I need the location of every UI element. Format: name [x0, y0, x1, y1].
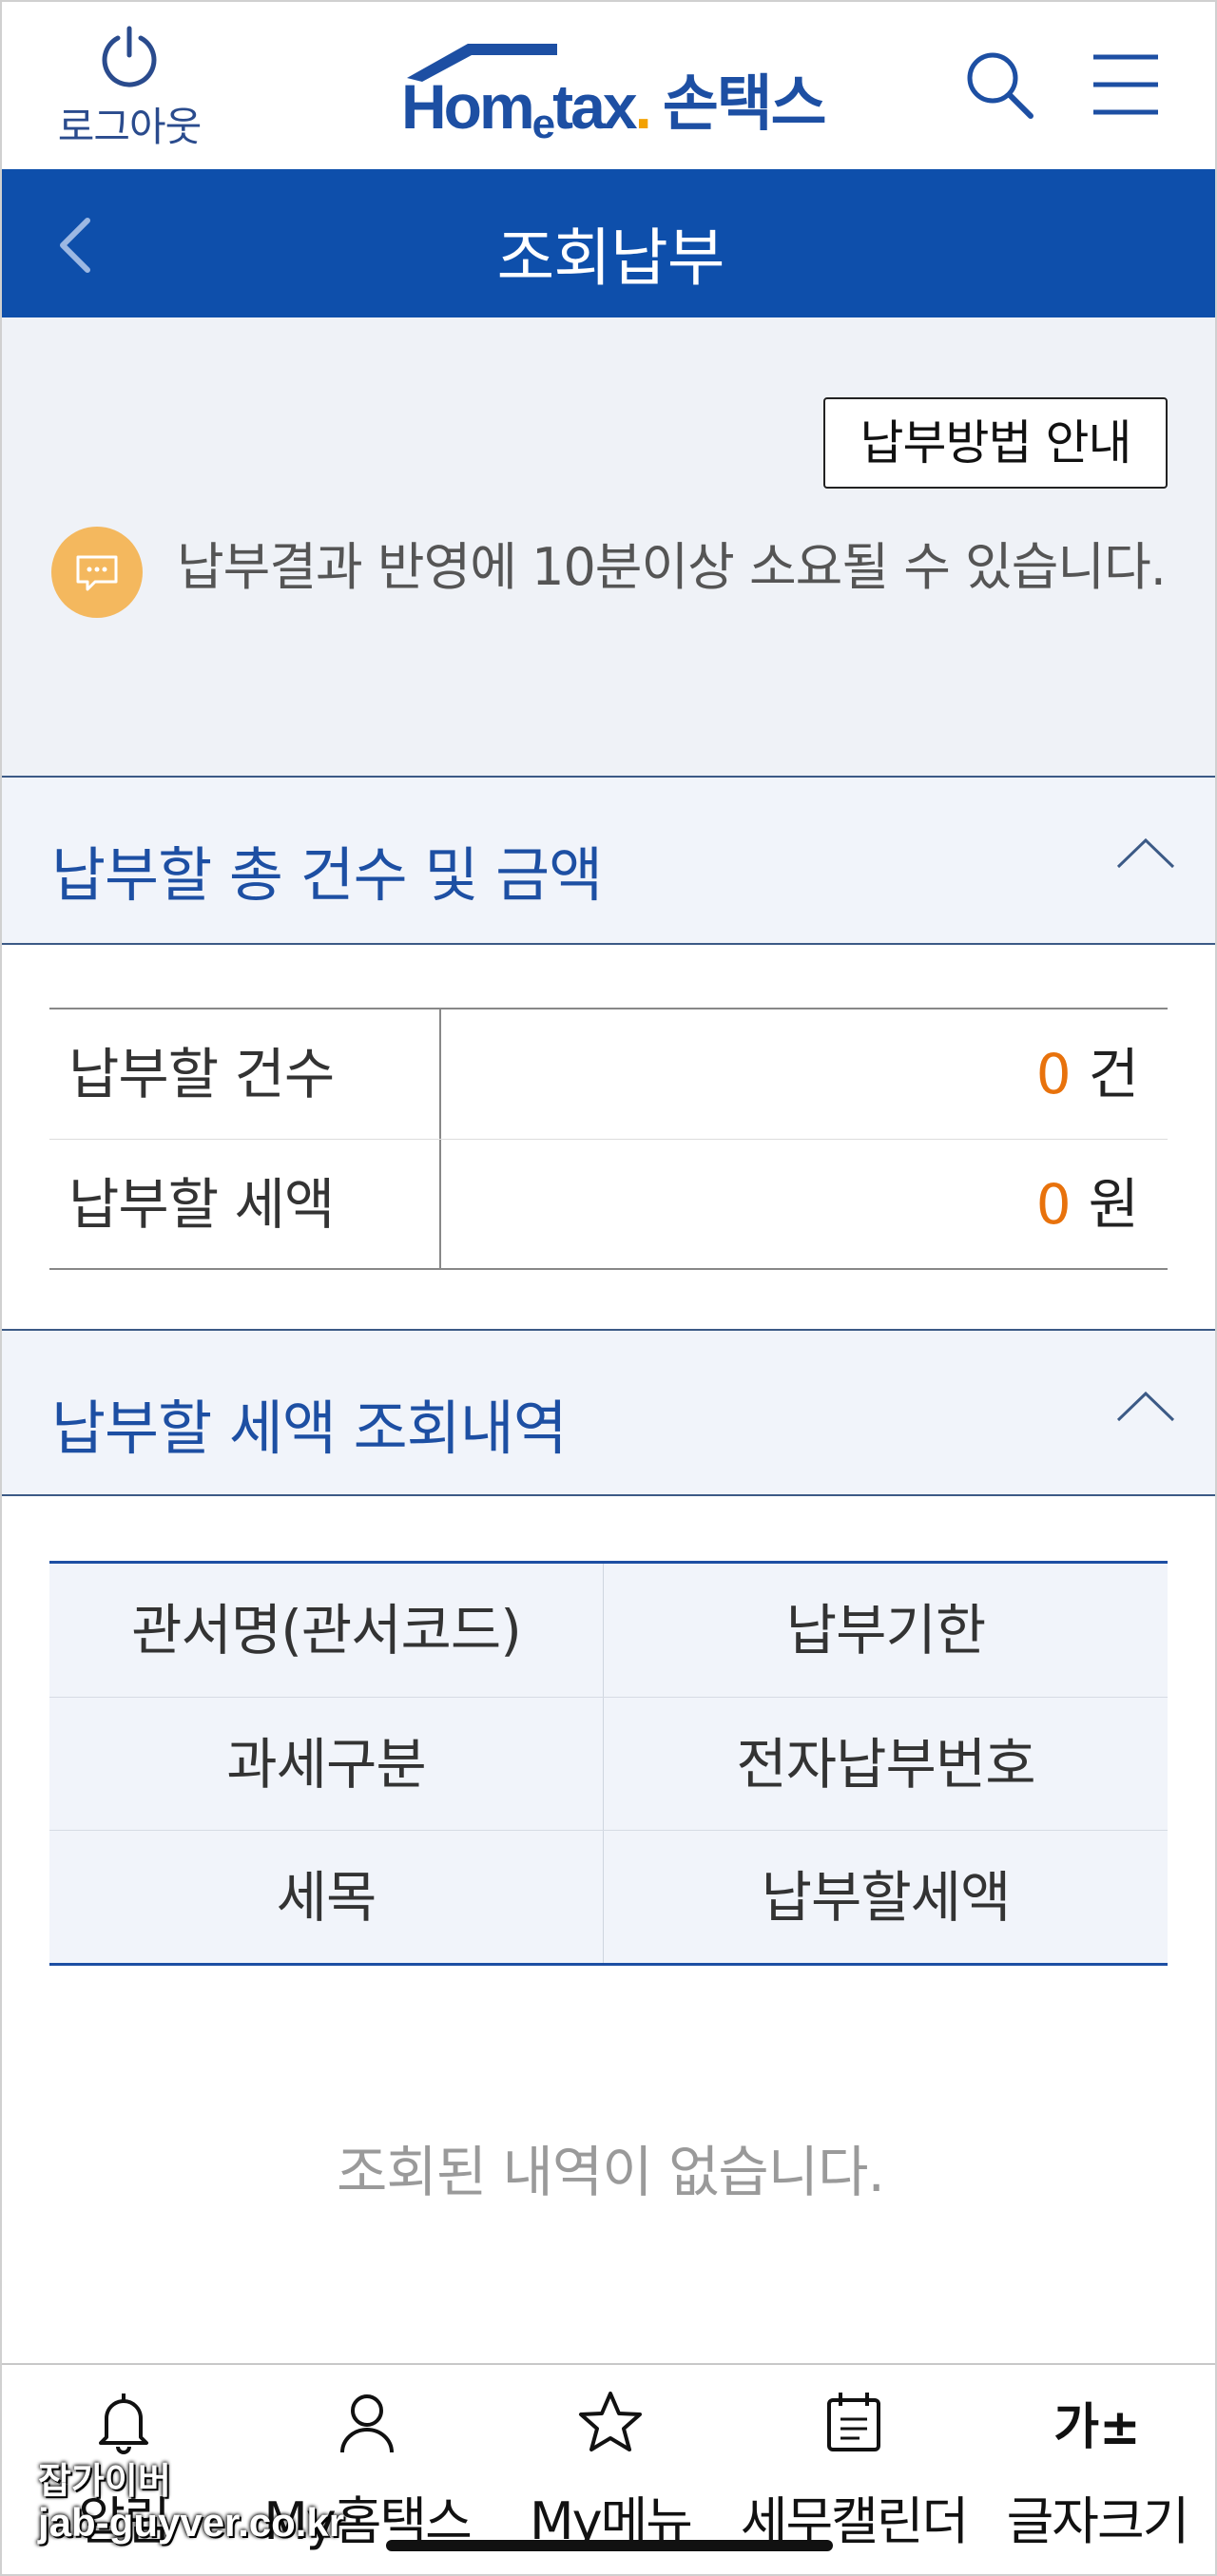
tab-font-size[interactable]: 가± 글자크기 [976, 2384, 1215, 2554]
logout-button[interactable]: 로그아웃 [44, 25, 215, 153]
empty-message: 조회된 내역이 없습니다. [337, 2140, 885, 2204]
font-size-icon: 가± [1053, 2398, 1141, 2456]
watermark-line1: 잡가이버 [38, 2462, 171, 2502]
table-row: 과세구분 전자납부번호 [49, 1697, 1168, 1830]
column-header: 전자납부번호 [603, 1698, 1168, 1830]
summary-section-header[interactable]: 납부할 총 건수 및 금액 [2, 778, 1215, 945]
search-button[interactable] [962, 48, 1038, 127]
watermark-line2: jab-guyver.co.kr [38, 2499, 345, 2545]
search-icon [967, 52, 1033, 119]
logo-text: Hometax. [401, 71, 652, 147]
home-indicator[interactable] [386, 2540, 833, 2551]
app-header: 로그아웃 Hometax. 손택스 [2, 2, 1215, 169]
column-header: 세목 [276, 1865, 377, 1930]
watermark: 잡가이버 jab-guyver.co.kr [38, 2462, 345, 2545]
logout-label: 로그아웃 [57, 104, 203, 150]
table-row: 관서명(관서코드) 납부기한 [49, 1564, 1168, 1697]
power-icon [102, 26, 157, 87]
amount-value: 0원 [1035, 1172, 1139, 1237]
column-header: 과세구분 [226, 1732, 426, 1797]
page-title: 조회납부 [496, 221, 725, 295]
menu-button[interactable] [1090, 51, 1162, 122]
tab-tax-calendar[interactable]: 세무캘린더 [732, 2384, 976, 2554]
tab-label: 글자크기 [1006, 2491, 1190, 2551]
chevron-up-icon [1116, 837, 1175, 869]
detail-section-title: 납부할 세액 조회내역 [51, 1394, 568, 1463]
column-header: 납부기한 [603, 1564, 1168, 1697]
table-row: 납부할 세액 0원 [49, 1139, 1168, 1268]
column-header: 관서명(관서코드) [131, 1598, 522, 1663]
table-row: 세목 납부할세액 [49, 1830, 1168, 1963]
count-label: 납부할 건수 [49, 1009, 441, 1139]
chat-bubble-icon [51, 527, 143, 618]
chevron-up-icon [1116, 1391, 1175, 1422]
user-icon [340, 2394, 394, 2453]
logo-korean-text: 손택스 [662, 69, 827, 140]
detail-table-header: 관서명(관서코드) 납부기한 과세구분 전자납부번호 세목 납부할세액 [49, 1561, 1168, 1966]
count-value: 0건 [1035, 1042, 1139, 1106]
title-bar: 조회납부 [2, 169, 1215, 317]
notice-message: 납부결과 반영에 10분이상 소요될 수 있습니다. [177, 537, 1167, 597]
calendar-icon [827, 2393, 880, 2451]
column-header: 납부할세액 [603, 1831, 1168, 1963]
tab-my-menu[interactable]: My메뉴 [489, 2384, 732, 2554]
summary-section-title: 납부할 총 건수 및 금액 [51, 840, 603, 910]
screen: 로그아웃 Hometax. 손택스 조회납부 납부방법 안내 납부결과 반영에 … [0, 0, 1217, 2576]
table-row: 납부할 건수 0건 [49, 1009, 1168, 1139]
hometax-logo[interactable]: Hometax. 손택스 [401, 38, 827, 147]
menu-icon [1093, 54, 1158, 115]
payment-guide-button[interactable]: 납부방법 안내 [823, 397, 1168, 489]
star-icon [579, 2392, 642, 2451]
summary-table: 납부할 건수 0건 납부할 세액 0원 [49, 1008, 1168, 1270]
detail-section-header[interactable]: 납부할 세액 조회내역 [2, 1329, 1215, 1496]
notice-area: 납부방법 안내 납부결과 반영에 10분이상 소요될 수 있습니다. [2, 317, 1215, 778]
bell-icon [99, 2393, 148, 2454]
amount-label: 납부할 세액 [49, 1140, 441, 1268]
